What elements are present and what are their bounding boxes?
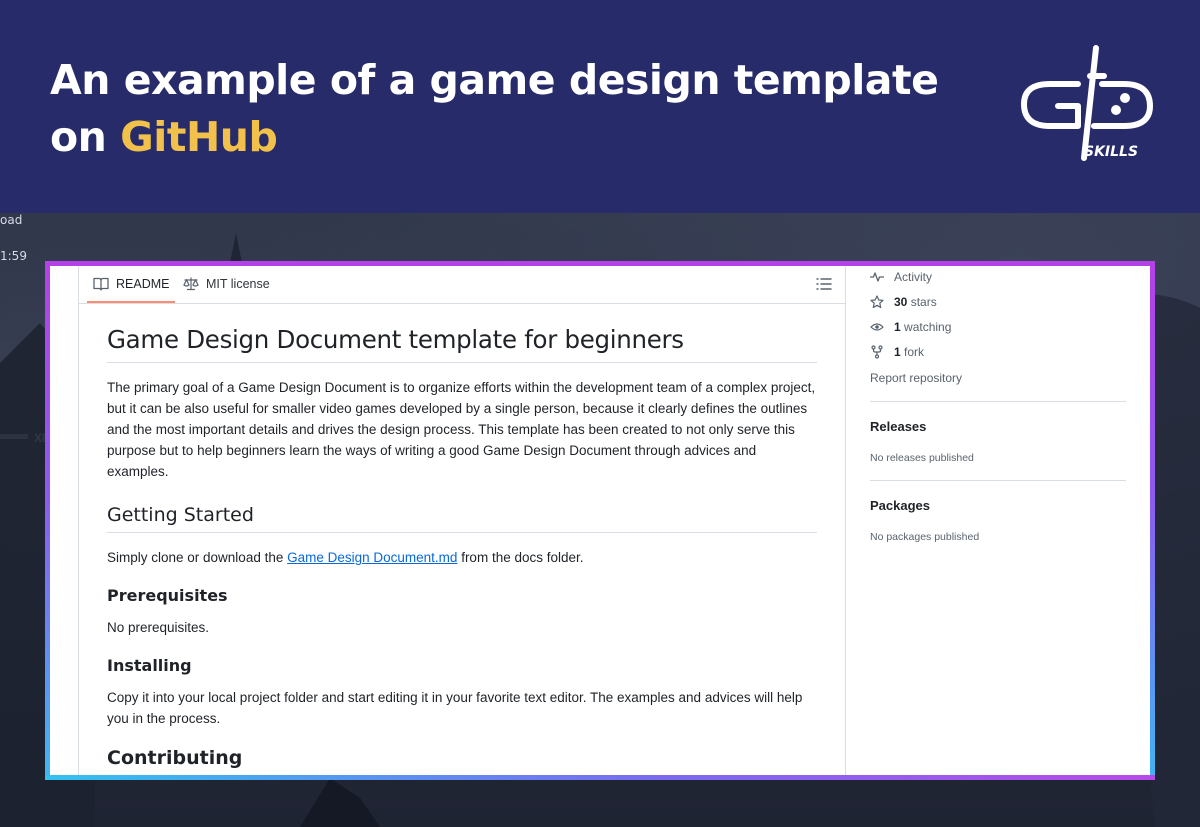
- github-page: README MIT license Game Design Document …: [50, 266, 1150, 775]
- gdd-file-link[interactable]: Game Design Document.md: [287, 550, 457, 565]
- stars-count: 30: [894, 295, 908, 309]
- watching-label: watching: [904, 320, 952, 334]
- stars-label: stars: [910, 295, 937, 309]
- logo-skills-text: SKILLS: [1084, 144, 1138, 160]
- document-title: Game Design Document template for beginn…: [107, 325, 817, 363]
- tab-readme[interactable]: README: [87, 266, 176, 303]
- fork-count: 1: [894, 345, 901, 359]
- watching-count: 1: [894, 320, 901, 334]
- contributing-heading: Contributing: [107, 747, 243, 769]
- stars-link[interactable]: 30 stars: [870, 295, 937, 309]
- gd-skills-logo: SKILLS: [1021, 45, 1153, 161]
- packages-note: No packages published: [870, 531, 980, 543]
- prerequisites-heading: Prerequisites: [107, 586, 228, 605]
- banner-title-on: on: [50, 113, 107, 161]
- eye-icon: [870, 323, 884, 331]
- readme-content: Game Design Document template for beginn…: [107, 303, 817, 769]
- law-scale-icon: [183, 277, 199, 291]
- table-of-contents-icon[interactable]: [815, 276, 833, 292]
- tab-license[interactable]: MIT license: [183, 266, 270, 302]
- packages-title[interactable]: Packages: [870, 498, 930, 513]
- getting-started-text-after: from the docs folder.: [457, 550, 584, 565]
- intro-paragraph: The primary goal of a Game Design Docume…: [107, 380, 816, 479]
- screenshot-frame: README MIT license Game Design Document …: [45, 261, 1155, 780]
- releases-title[interactable]: Releases: [870, 419, 926, 434]
- getting-started-paragraph: Simply clone or download the Game Design…: [107, 547, 817, 568]
- fork-icon: [871, 345, 883, 359]
- readme-panel: README MIT license Game Design Document …: [78, 266, 846, 775]
- releases-note: No releases published: [870, 452, 974, 464]
- fork-link[interactable]: 1 fork: [870, 345, 924, 359]
- fork-label: fork: [904, 345, 925, 359]
- book-icon: [93, 277, 109, 291]
- sidebar-divider-2: [870, 480, 1126, 481]
- watching-link[interactable]: 1 watching: [870, 320, 951, 334]
- banner-title-main: An example of a game design template: [50, 56, 939, 104]
- sidebar-divider-1: [870, 401, 1126, 402]
- activity-link[interactable]: Activity: [870, 270, 932, 284]
- banner-title: An example of a game design template on G…: [50, 52, 980, 166]
- activity-label: Activity: [894, 270, 933, 284]
- readme-tabbar: README MIT license: [79, 266, 845, 304]
- getting-started-text-before: Simply clone or download the: [107, 550, 288, 565]
- header-banner: An example of a game design template on G…: [0, 0, 1200, 213]
- prerequisites-text: No prerequisites.: [107, 620, 210, 635]
- star-icon: [870, 295, 884, 309]
- getting-started-heading: Getting Started: [107, 504, 817, 533]
- tab-license-label: MIT license: [206, 277, 270, 291]
- pulse-icon: [870, 272, 884, 282]
- installing-text: Copy it into your local project folder a…: [107, 690, 803, 726]
- banner-title-highlight: GitHub: [120, 113, 278, 161]
- report-repository-link[interactable]: Report repository: [870, 371, 962, 385]
- installing-heading: Installing: [107, 656, 192, 675]
- tab-readme-label: README: [116, 277, 170, 291]
